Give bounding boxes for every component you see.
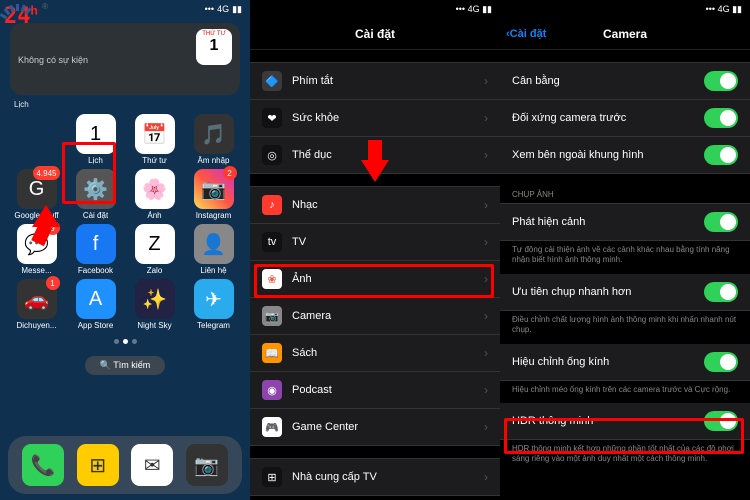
app-dichuyen[interactable]: 🚗1Dichuyen... [8, 279, 65, 330]
chevron-right-icon: › [484, 111, 488, 125]
toggle-switch[interactable] [704, 145, 738, 165]
status-bar: ••• 4G ▮▮ [500, 0, 750, 18]
app-instagram[interactable]: 📷2Instagram [185, 169, 242, 220]
settings-row[interactable]: ◉Podcast› [250, 372, 500, 409]
settings-row[interactable]: 📖Sách› [250, 335, 500, 372]
app-facebook[interactable]: fFacebook [67, 224, 124, 275]
status-bar: ••• 4G ▮▮ [250, 0, 500, 18]
settings-row[interactable]: 🔷Phím tắt› [250, 62, 500, 100]
toggle-switch[interactable] [704, 71, 738, 91]
dock-app[interactable]: 📷 [186, 444, 228, 486]
app-zalo[interactable]: ZZalo [126, 224, 183, 275]
settings-row[interactable]: 🎮Game Center› [250, 409, 500, 446]
chevron-right-icon: › [484, 309, 488, 323]
settings-row[interactable]: 📷Camera› [250, 298, 500, 335]
app-nh[interactable]: 🌸Ảnh [126, 169, 183, 220]
chevron-right-icon: › [484, 346, 488, 360]
page-title: Camera [603, 27, 647, 41]
settings-row[interactable]: Cân bằng [500, 62, 750, 100]
highlight-camera [254, 264, 494, 298]
camera-settings-list: Cân bằngĐối xứng camera trướcXem bên ngo… [500, 62, 750, 473]
highlight-hdr [504, 418, 744, 454]
dock-app[interactable]: ⊞ [77, 444, 119, 486]
chevron-right-icon: › [484, 235, 488, 249]
calendar-icon: THỨ TƯ 1 [196, 29, 232, 65]
chevron-right-icon: › [484, 74, 488, 88]
toggle-switch[interactable] [704, 212, 738, 232]
settings-row[interactable]: ♪Nhạc› [250, 186, 500, 224]
chevron-right-icon: › [484, 383, 488, 397]
site-logo: 24h ® [4, 4, 38, 29]
settings-row[interactable]: Phát hiện cảnh [500, 203, 750, 241]
phone-settings: ••• 4G ▮▮ Cài đặt 🔷Phím tắt›❤Sức khỏe›◎T… [250, 0, 500, 500]
app-telegram[interactable]: ✈Telegram [185, 279, 242, 330]
settings-row[interactable]: Ưu tiên chụp nhanh hơn [500, 274, 750, 311]
calendar-widget[interactable]: Không có sự kiện THỨ TƯ 1 [10, 23, 240, 95]
back-button[interactable]: ‹ Cài đặt [506, 28, 546, 40]
settings-row[interactable]: Hiệu chỉnh ống kính [500, 344, 750, 381]
arrow-annotation [32, 205, 60, 245]
app-mnhp[interactable]: 🎵Âm nhập [185, 114, 242, 165]
settings-row[interactable]: ⊞Nhà cung cấp TV› [250, 458, 500, 496]
chevron-right-icon: › [484, 470, 488, 484]
setting-description: Tự động cải thiện ảnh về các cảnh khác n… [500, 241, 750, 274]
chevron-right-icon: › [484, 198, 488, 212]
highlight-settings [62, 142, 116, 204]
section-header: CHỤP ẢNH [500, 186, 750, 203]
settings-row[interactable]: ❤Sức khỏe› [250, 100, 500, 137]
chevron-right-icon: › [484, 148, 488, 162]
phone-camera-settings: ••• 4G ▮▮ ‹ Cài đặt Camera Cân bằngĐối x… [500, 0, 750, 500]
page-title: Cài đặt [355, 27, 395, 41]
setting-description: Điều chỉnh chất lượng hình ảnh thông min… [500, 311, 750, 344]
setting-description: Hiệu chỉnh méo ống kính trên các camera … [500, 381, 750, 403]
page-indicator[interactable] [0, 335, 250, 348]
spotlight-search[interactable]: 🔍 Tìm kiếm [85, 356, 165, 375]
nav-header: Cài đặt [250, 18, 500, 50]
toggle-switch[interactable] [704, 352, 738, 372]
settings-row[interactable]: Xem bên ngoài khung hình [500, 137, 750, 174]
settings-row[interactable]: tvTV› [250, 224, 500, 261]
toggle-switch[interactable] [704, 282, 738, 302]
app-linh[interactable]: 👤Liên hệ [185, 224, 242, 275]
dock-app[interactable]: 📞 [22, 444, 64, 486]
phone-home: 24h ® •••4G▮▮ Không có sự kiện THỨ TƯ 1 … [0, 0, 250, 500]
app-appstore[interactable]: AApp Store [67, 279, 124, 330]
arrow-annotation [361, 140, 389, 182]
app-nightsky[interactable]: ✨Night Sky [126, 279, 183, 330]
dock: 📞 ⊞ ✉ 📷 [8, 436, 242, 494]
settings-row[interactable]: Đối xứng camera trước [500, 100, 750, 137]
dock-app[interactable]: ✉ [131, 444, 173, 486]
app-tht[interactable]: 📅Thứ tư [126, 114, 183, 165]
toggle-switch[interactable] [704, 108, 738, 128]
nav-header: ‹ Cài đặt Camera [500, 18, 750, 50]
widget-caption: Lịch [0, 100, 250, 109]
chevron-right-icon: › [484, 420, 488, 434]
